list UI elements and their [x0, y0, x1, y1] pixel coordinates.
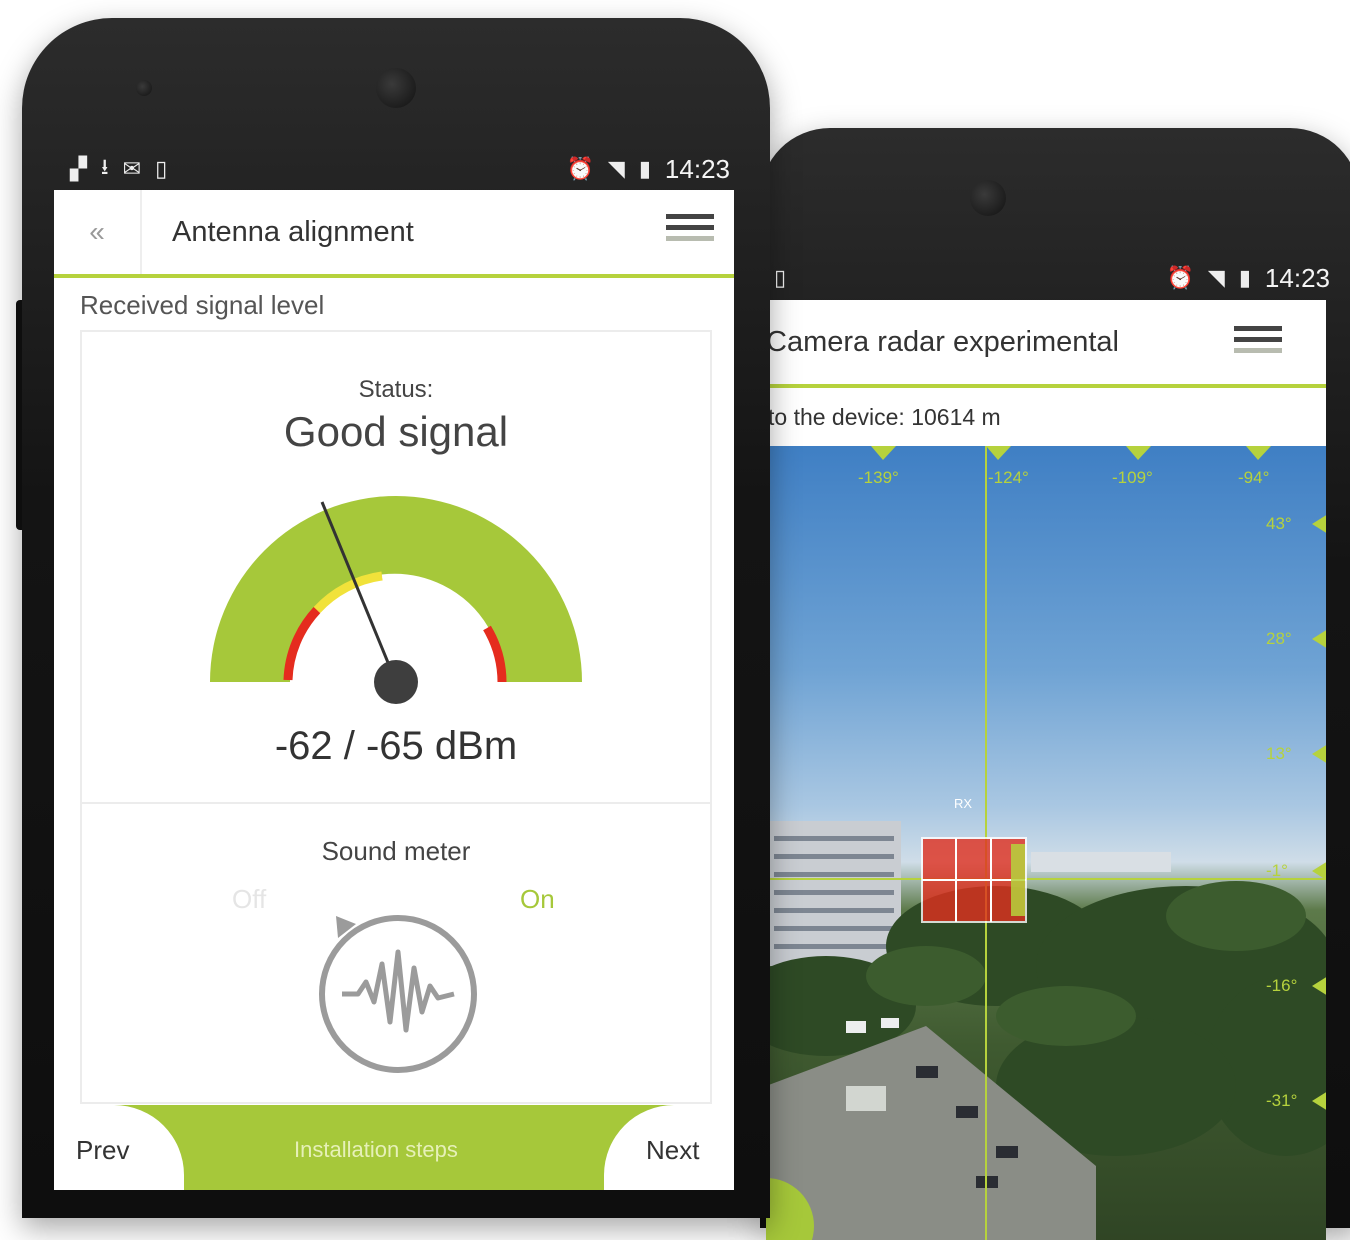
right-phone: ▯ ⏰ ◥ ▮ 14:23 Camera radar experimental …: [760, 128, 1350, 1240]
v-tick: 28°: [1266, 629, 1292, 648]
sensor: [136, 80, 152, 96]
right-screen: Camera radar experimental to the device:…: [766, 300, 1326, 1240]
signal-card: Status: Good signal -62 / -65 dBm: [80, 330, 712, 804]
notification-icon: ▯: [774, 265, 787, 290]
front-camera: [376, 68, 416, 108]
prev-label: Prev: [76, 1135, 130, 1165]
v-tick: 13°: [1266, 744, 1292, 763]
target-label: RX: [954, 796, 973, 811]
next-label: Next: [646, 1135, 700, 1165]
section-label: Received signal level: [80, 290, 325, 320]
page-title: Camera radar experimental: [766, 325, 1119, 358]
status-time: 14:23: [1264, 262, 1330, 293]
camera-view[interactable]: -139° -124° -109° -94° 43° 28° 13° -1° -…: [766, 446, 1326, 1240]
camera-scene: [766, 446, 1326, 1240]
h-tick: -124°: [988, 468, 1029, 487]
sound-meter-card: Sound meter Off On: [80, 802, 712, 1104]
sound-on-option[interactable]: On: [520, 884, 555, 915]
gauge-reading: -62 / -65 dBm: [274, 724, 518, 768]
wifi-icon: ◥: [607, 156, 625, 181]
menu-icon[interactable]: [1234, 326, 1282, 362]
front-camera: [970, 180, 1006, 216]
v-tick: -16°: [1266, 976, 1298, 995]
status-bar: ▯ ⏰ ◥ ▮ 14:23: [774, 258, 1330, 298]
signal-gauge: [210, 496, 582, 704]
sound-meter-title: Sound meter: [321, 836, 471, 866]
app-bar: « Antenna alignment: [54, 190, 734, 278]
alarm-icon: ⏰: [566, 156, 594, 181]
bottom-nav: Prev Installation steps Next: [54, 1105, 734, 1190]
left-screen: « Antenna alignment Received signal leve…: [54, 190, 734, 1190]
back-button[interactable]: «: [54, 190, 142, 274]
distance-text: to the device: 10614 m: [768, 404, 1001, 430]
status-value: Good signal: [283, 408, 509, 455]
battery-icon: ▮: [638, 156, 651, 181]
battery-icon: ▮: [1238, 265, 1251, 290]
status-label: Status:: [358, 376, 434, 403]
menu-icon[interactable]: [666, 214, 714, 250]
page-title: Antenna alignment: [172, 215, 414, 248]
mail-icon: ✉: [122, 156, 142, 181]
h-tick: -109°: [1112, 468, 1153, 487]
h-tick: -139°: [858, 468, 899, 487]
status-bar: ▞ ⭳ ✉ ▯ ⏰ ◥ ▮ 14:23: [70, 148, 730, 190]
sound-off-option[interactable]: Off: [232, 884, 266, 915]
chat-icon: ▞: [70, 156, 87, 181]
wifi-icon: ◥: [1207, 265, 1225, 290]
notification-icon: ▯: [155, 156, 168, 181]
status-time: 14:23: [664, 153, 730, 184]
v-tick: -1°: [1266, 861, 1288, 880]
next-button[interactable]: Next: [604, 1105, 734, 1190]
h-tick: -94°: [1238, 468, 1270, 487]
alarm-icon: ⏰: [1166, 265, 1194, 290]
v-tick: -31°: [1266, 1091, 1298, 1110]
v-tick: 43°: [1266, 514, 1292, 533]
sound-meter-toggle[interactable]: [308, 902, 488, 1082]
installation-steps[interactable]: Installation steps: [294, 1137, 458, 1163]
app-bar: Camera radar experimental: [766, 300, 1326, 388]
prev-button[interactable]: Prev: [54, 1105, 184, 1190]
download-icon: ⭳: [100, 154, 109, 179]
left-phone: ▞ ⭳ ✉ ▯ ⏰ ◥ ▮ 14:23 « Antenna alignment …: [22, 18, 770, 1218]
